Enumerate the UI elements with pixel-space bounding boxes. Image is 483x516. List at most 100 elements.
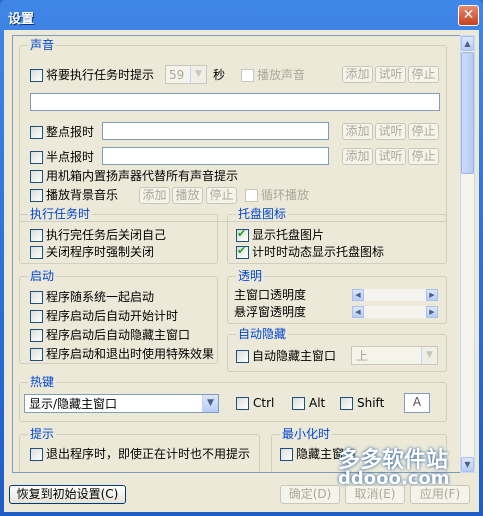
show-tray-checkbox[interactable] <box>236 227 249 242</box>
reset-button[interactable]: 恢复到初始设置(C) <box>9 485 126 504</box>
half-hour-sound-input[interactable] <box>102 147 329 165</box>
bgm-stop-button[interactable]: 停止 <box>206 187 237 204</box>
half-hour-stop-button[interactable]: 停止 <box>408 148 439 165</box>
group-task: 执行任务时 执行完任务后关闭自己 关闭程序时强制关闭 <box>19 207 218 264</box>
task-remind-label: 将要执行任务时提示 <box>46 68 155 82</box>
arrow-left-icon[interactable]: ◀ <box>352 306 364 318</box>
with-system-label: 程序随系统一起启动 <box>46 290 155 304</box>
hotkey-action-value: 显示/隐藏主窗口 <box>29 397 118 411</box>
autohide-position-value: 上 <box>356 349 369 363</box>
seconds-unit: 秒 <box>213 68 226 82</box>
group-tips: 提示 退出程序时，即使正在计时也不用提示 <box>19 427 260 472</box>
with-system-checkbox[interactable] <box>30 291 43 304</box>
ok-button[interactable]: 确定(D) <box>280 485 340 504</box>
hourly-checkbox[interactable] <box>30 126 43 139</box>
bgm-play-button[interactable]: 播放 <box>172 187 203 204</box>
group-hotkey: 热键 显示/隐藏主窗口 ▼ Ctrl Alt Shift A <box>19 375 447 422</box>
group-startup-title: 启动 <box>28 269 57 283</box>
close-button[interactable]: ✕ <box>458 5 479 26</box>
group-tray: 托盘图标 显示托盘图片 计时时动态显示托盘图标 <box>227 207 447 264</box>
dynamic-tray-checkbox[interactable] <box>236 244 249 259</box>
special-effect-label: 程序启动和退出时使用特殊效果 <box>46 347 215 361</box>
chevron-down-icon: ▼ <box>190 66 206 83</box>
force-close-checkbox[interactable] <box>30 246 43 259</box>
sound-path-input[interactable] <box>30 93 440 111</box>
auto-hide-startup-label: 程序启动后自动隐藏主窗口 <box>46 328 191 342</box>
arrow-right-icon[interactable]: ▶ <box>426 289 438 301</box>
force-close-label: 关闭程序时强制关闭 <box>46 245 155 259</box>
minimize-hide-checkbox[interactable] <box>280 448 293 461</box>
remind-add-button[interactable]: 添加 <box>342 66 373 83</box>
show-tray-label: 显示托盘图片 <box>252 228 325 242</box>
settings-scroll-area: 声音 将要执行任务时提示 59 ▼ 秒 播放声音 添加 试听 停止 整点报时 添… <box>12 35 461 473</box>
exit-tip-checkbox[interactable] <box>30 448 43 461</box>
shift-checkbox[interactable] <box>340 397 353 410</box>
float-opacity-label: 悬浮窗透明度 <box>234 305 307 319</box>
hourly-label: 整点报时 <box>46 125 95 139</box>
scroll-down-icon[interactable]: ▼ <box>461 457 474 472</box>
apply-button[interactable]: 应用(F) <box>410 485 470 504</box>
task-remind-checkbox[interactable] <box>30 69 43 82</box>
dialog-client: 声音 将要执行任务时提示 59 ▼ 秒 播放声音 添加 试听 停止 整点报时 添… <box>4 30 479 512</box>
hourly-add-button[interactable]: 添加 <box>342 123 373 140</box>
hourly-sound-input[interactable] <box>102 122 329 140</box>
half-hour-listen-button[interactable]: 试听 <box>375 148 406 165</box>
special-effect-checkbox[interactable] <box>30 348 43 361</box>
group-minimize-title: 最小化时 <box>280 427 333 441</box>
main-opacity-slider[interactable]: ◀ ▶ <box>352 289 438 301</box>
cancel-button[interactable]: 取消(E) <box>345 485 405 504</box>
main-opacity-label: 主窗口透明度 <box>234 288 307 302</box>
close-self-checkbox[interactable] <box>30 229 43 242</box>
loop-label: 循环播放 <box>261 188 310 202</box>
hotkey-action-select[interactable]: 显示/隐藏主窗口 ▼ <box>24 394 219 413</box>
group-sound: 声音 将要执行任务时提示 59 ▼ 秒 播放声音 添加 试听 停止 整点报时 添… <box>19 38 447 222</box>
arrow-right-icon[interactable]: ▶ <box>426 306 438 318</box>
ctrl-checkbox[interactable] <box>236 397 249 410</box>
group-tray-title: 托盘图标 <box>236 207 289 221</box>
remind-seconds-select[interactable]: 59 ▼ <box>165 65 207 84</box>
scroll-thumb[interactable] <box>461 52 474 174</box>
group-task-title: 执行任务时 <box>28 207 93 221</box>
group-transparency-title: 透明 <box>236 269 265 283</box>
remind-stop-button[interactable]: 停止 <box>408 66 439 83</box>
ctrl-label: Ctrl <box>253 396 275 410</box>
half-hour-checkbox[interactable] <box>30 151 43 164</box>
auto-timer-checkbox[interactable] <box>30 310 43 323</box>
internal-speaker-checkbox[interactable] <box>30 170 43 183</box>
internal-speaker-label: 用机箱内置扬声器代替所有声音提示 <box>46 169 239 183</box>
loop-checkbox[interactable] <box>245 189 258 202</box>
hourly-listen-button[interactable]: 试听 <box>375 123 406 140</box>
exit-tip-label: 退出程序时，即使正在计时也不用提示 <box>46 447 251 461</box>
group-sound-title: 声音 <box>28 38 57 52</box>
bgm-label: 播放背景音乐 <box>46 188 119 202</box>
group-transparency: 透明 主窗口透明度 ◀ ▶ 悬浮窗透明度 ◀ ▶ <box>227 269 447 324</box>
chevron-down-icon: ▼ <box>421 347 437 364</box>
play-sound-label: 播放声音 <box>257 68 306 82</box>
bgm-add-button[interactable]: 添加 <box>139 187 170 204</box>
half-hour-add-button[interactable]: 添加 <box>342 148 373 165</box>
alt-label: Alt <box>309 396 326 410</box>
window-title: 设置 <box>8 12 35 27</box>
bgm-checkbox[interactable] <box>30 189 43 202</box>
autohide-position-select[interactable]: 上 ▼ <box>351 346 438 365</box>
play-sound-checkbox[interactable] <box>241 69 254 82</box>
alt-checkbox[interactable] <box>292 397 305 410</box>
vertical-scrollbar[interactable]: ▲ ▼ <box>460 35 475 473</box>
auto-hide-startup-checkbox[interactable] <box>30 329 43 342</box>
remind-listen-button[interactable]: 试听 <box>375 66 406 83</box>
float-opacity-slider[interactable]: ◀ ▶ <box>352 306 438 318</box>
hotkey-key-input[interactable]: A <box>404 393 430 413</box>
close-self-label: 执行完任务后关闭自己 <box>46 228 167 242</box>
remind-seconds-value: 59 <box>169 68 185 82</box>
autohide-checkbox[interactable] <box>236 350 249 363</box>
group-startup: 启动 程序随系统一起启动 程序启动后自动开始计时 程序启动后自动隐藏主窗口 程序… <box>19 269 218 364</box>
dynamic-tray-label: 计时时动态显示托盘图标 <box>252 245 385 259</box>
group-autohide-title: 自动隐藏 <box>236 327 289 341</box>
scroll-up-icon[interactable]: ▲ <box>461 36 474 51</box>
arrow-left-icon[interactable]: ◀ <box>352 289 364 301</box>
autohide-label: 自动隐藏主窗口 <box>252 349 337 363</box>
group-tips-title: 提示 <box>28 427 57 441</box>
chevron-down-icon: ▼ <box>202 395 218 412</box>
hourly-stop-button[interactable]: 停止 <box>408 123 439 140</box>
auto-timer-label: 程序启动后自动开始计时 <box>46 309 179 323</box>
